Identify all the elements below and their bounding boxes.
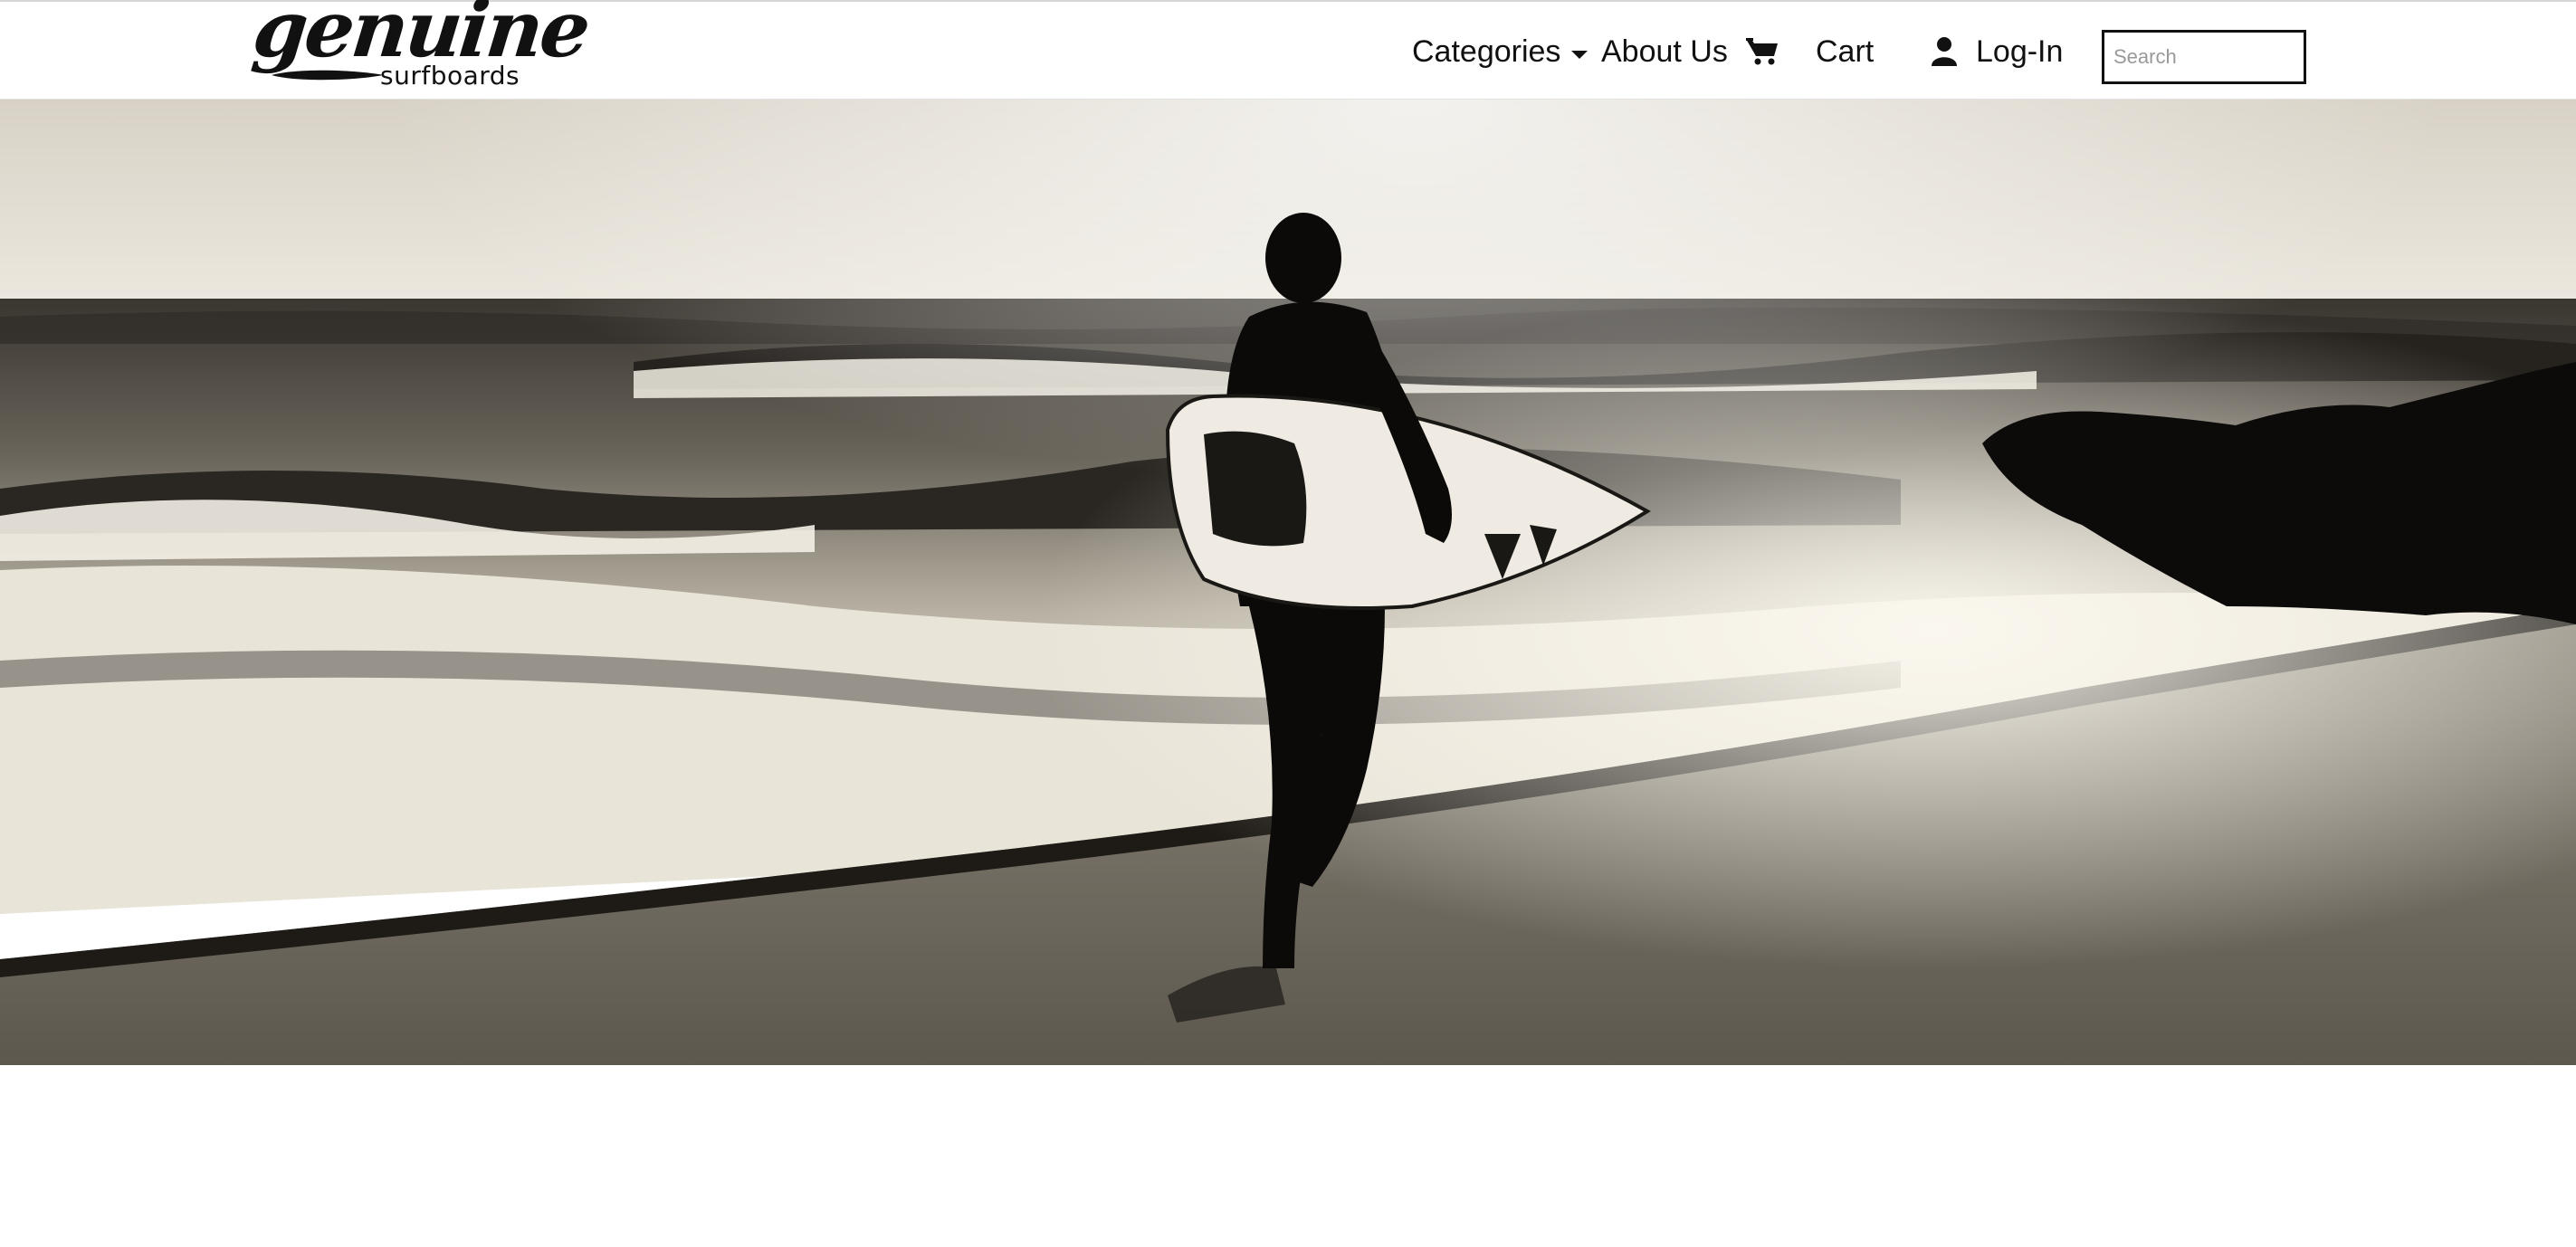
nav-about-label: About Us — [1601, 33, 1728, 69]
chevron-down-icon — [1571, 50, 1589, 59]
nav-categories[interactable]: Categories — [1412, 2, 1589, 101]
logo-tagline: surfboards — [380, 61, 520, 90]
nav-login[interactable]: Log-In — [1931, 2, 2063, 101]
search-input[interactable] — [2102, 30, 2306, 84]
nav-about-us[interactable]: About Us — [1601, 2, 1728, 101]
nav-cart[interactable]: Cart — [1745, 2, 1874, 101]
hero-banner — [0, 100, 2576, 1065]
site-header: genuine surfboards Categories About Us C… — [0, 0, 2576, 100]
brand-logo[interactable]: genuine surfboards — [249, 0, 592, 94]
nav-categories-label: Categories — [1412, 33, 1561, 69]
user-icon — [1932, 37, 1957, 66]
page: genuine surfboards Categories About Us C… — [0, 0, 2576, 1247]
nav-login-label: Log-In — [1976, 33, 2064, 69]
shopping-cart-icon — [1746, 38, 1778, 65]
nav-cart-label: Cart — [1816, 33, 1875, 69]
logo-wordmark: genuine — [248, 0, 593, 75]
hero-image — [0, 100, 2576, 1065]
